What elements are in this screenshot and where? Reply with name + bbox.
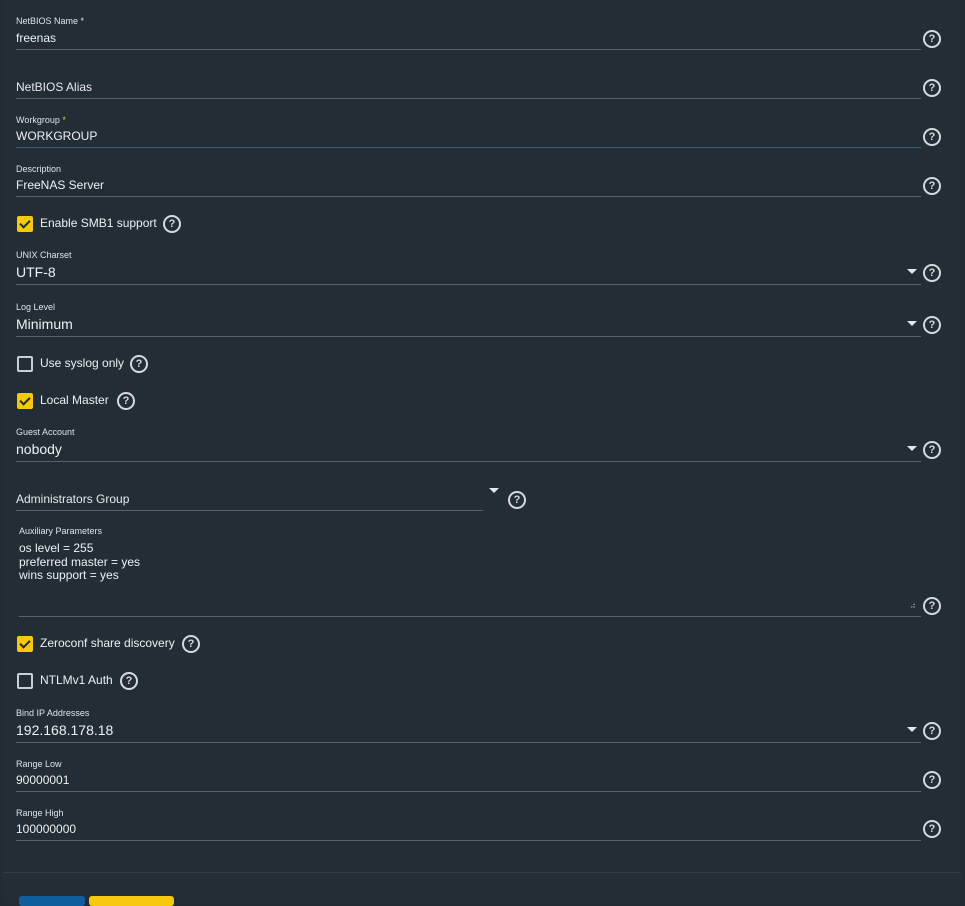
help-circle-icon[interactable]: ? bbox=[163, 215, 181, 233]
caret-down-icon[interactable] bbox=[907, 727, 917, 732]
local-master-checkbox[interactable] bbox=[17, 393, 33, 409]
help-circle-icon[interactable]: ? bbox=[117, 392, 135, 410]
help-circle-icon[interactable]: ? bbox=[923, 264, 941, 282]
auxiliary-parameters-textarea[interactable]: os level = 255 preferred master = yes wi… bbox=[19, 541, 140, 583]
help-circle-icon[interactable]: ? bbox=[923, 128, 941, 146]
help-circle-icon[interactable]: ? bbox=[923, 722, 941, 740]
workgroup-underline bbox=[16, 147, 921, 148]
help-circle-icon[interactable]: ? bbox=[923, 177, 941, 195]
log-level-underline bbox=[16, 336, 921, 337]
footer-divider bbox=[3, 872, 961, 873]
caret-down-icon[interactable] bbox=[907, 321, 917, 326]
use-syslog-checkbox[interactable] bbox=[17, 356, 33, 372]
bind-ip-label: Bind IP Addresses bbox=[16, 708, 90, 718]
workgroup-label-text: Workgroup bbox=[16, 115, 60, 125]
help-circle-icon[interactable]: ? bbox=[923, 597, 941, 615]
help-circle-icon[interactable]: ? bbox=[130, 355, 148, 373]
save-button[interactable] bbox=[19, 896, 85, 906]
netbios-alias-input[interactable]: NetBIOS Alias bbox=[16, 80, 92, 94]
range-high-field[interactable]: Range High 100000000 bbox=[16, 806, 921, 841]
ntlmv1-auth-label[interactable]: NTLMv1 Auth bbox=[40, 673, 113, 687]
ntlmv1-auth-checkbox[interactable] bbox=[17, 673, 33, 689]
local-master-label[interactable]: Local Master bbox=[40, 393, 109, 407]
range-low-underline bbox=[16, 791, 921, 792]
workgroup-input[interactable]: WORKGROUP bbox=[16, 129, 97, 143]
guest-account-underline bbox=[16, 461, 921, 462]
description-underline bbox=[16, 196, 921, 197]
range-low-label: Range Low bbox=[16, 759, 62, 769]
netbios-name-input[interactable]: freenas bbox=[16, 31, 56, 45]
help-circle-icon[interactable]: ? bbox=[923, 441, 941, 459]
auxiliary-parameters-underline bbox=[19, 616, 921, 617]
enable-smb1-label[interactable]: Enable SMB1 support bbox=[40, 216, 157, 230]
caret-down-icon[interactable] bbox=[907, 269, 917, 274]
range-high-label: Range High bbox=[16, 808, 64, 818]
log-level-value[interactable]: Minimum bbox=[16, 316, 73, 332]
guest-account-value[interactable]: nobody bbox=[16, 441, 62, 457]
log-level-label: Log Level bbox=[16, 302, 56, 312]
netbios-alias-field[interactable]: NetBIOS Alias bbox=[16, 75, 921, 99]
workgroup-field[interactable]: Workgroup * WORKGROUP bbox=[16, 113, 921, 149]
range-high-underline bbox=[16, 840, 921, 841]
use-syslog-label[interactable]: Use syslog only bbox=[40, 356, 124, 370]
help-circle-icon[interactable]: ? bbox=[923, 79, 941, 97]
description-field[interactable]: Description FreeNAS Server bbox=[16, 162, 921, 198]
unix-charset-label: UNIX Charset bbox=[16, 250, 72, 260]
range-high-input[interactable]: 100000000 bbox=[16, 822, 76, 836]
caret-down-icon[interactable] bbox=[489, 488, 499, 493]
netbios-alias-underline bbox=[16, 98, 921, 99]
enable-smb1-checkbox[interactable] bbox=[17, 216, 33, 232]
description-label: Description bbox=[16, 164, 62, 174]
netbios-name-field[interactable]: NetBIOS Name * freenas bbox=[16, 14, 921, 50]
help-circle-icon[interactable]: ? bbox=[508, 491, 526, 509]
netbios-name-underline bbox=[16, 49, 921, 50]
required-asterisk: * bbox=[62, 115, 66, 125]
help-circle-icon[interactable]: ? bbox=[923, 771, 941, 789]
auxiliary-parameters-label: Auxiliary Parameters bbox=[19, 526, 103, 536]
bind-ip-underline bbox=[16, 742, 921, 743]
resize-grip-icon[interactable]: ⠴ bbox=[910, 601, 916, 610]
bind-ip-select[interactable]: Bind IP Addresses 192.168.178.18 bbox=[16, 706, 921, 743]
netbios-name-label: NetBIOS Name * bbox=[16, 16, 85, 26]
help-circle-icon[interactable]: ? bbox=[120, 672, 138, 690]
help-circle-icon[interactable]: ? bbox=[182, 635, 200, 653]
zeroconf-label[interactable]: Zeroconf share discovery bbox=[40, 636, 175, 650]
guest-account-label: Guest Account bbox=[16, 427, 75, 437]
unix-charset-underline bbox=[16, 284, 921, 285]
unix-charset-select[interactable]: UNIX Charset UTF-8 bbox=[16, 248, 921, 285]
administrators-group-select[interactable]: Administrators Group bbox=[16, 486, 483, 511]
guest-account-select[interactable]: Guest Account nobody bbox=[16, 425, 921, 462]
workgroup-label: Workgroup * bbox=[16, 115, 66, 125]
help-circle-icon[interactable]: ? bbox=[923, 820, 941, 838]
range-low-input[interactable]: 90000001 bbox=[16, 773, 69, 787]
log-level-select[interactable]: Log Level Minimum bbox=[16, 300, 921, 337]
unix-charset-value[interactable]: UTF-8 bbox=[16, 264, 56, 280]
cancel-button[interactable] bbox=[89, 896, 174, 906]
zeroconf-checkbox[interactable] bbox=[17, 636, 33, 652]
range-low-field[interactable]: Range Low 90000001 bbox=[16, 757, 921, 792]
administrators-group-underline bbox=[16, 510, 483, 511]
caret-down-icon[interactable] bbox=[907, 446, 917, 451]
help-circle-icon[interactable]: ? bbox=[923, 30, 941, 48]
administrators-group-input[interactable]: Administrators Group bbox=[16, 492, 129, 506]
help-circle-icon[interactable]: ? bbox=[923, 316, 941, 334]
description-input[interactable]: FreeNAS Server bbox=[16, 178, 104, 192]
bind-ip-value[interactable]: 192.168.178.18 bbox=[16, 722, 113, 738]
